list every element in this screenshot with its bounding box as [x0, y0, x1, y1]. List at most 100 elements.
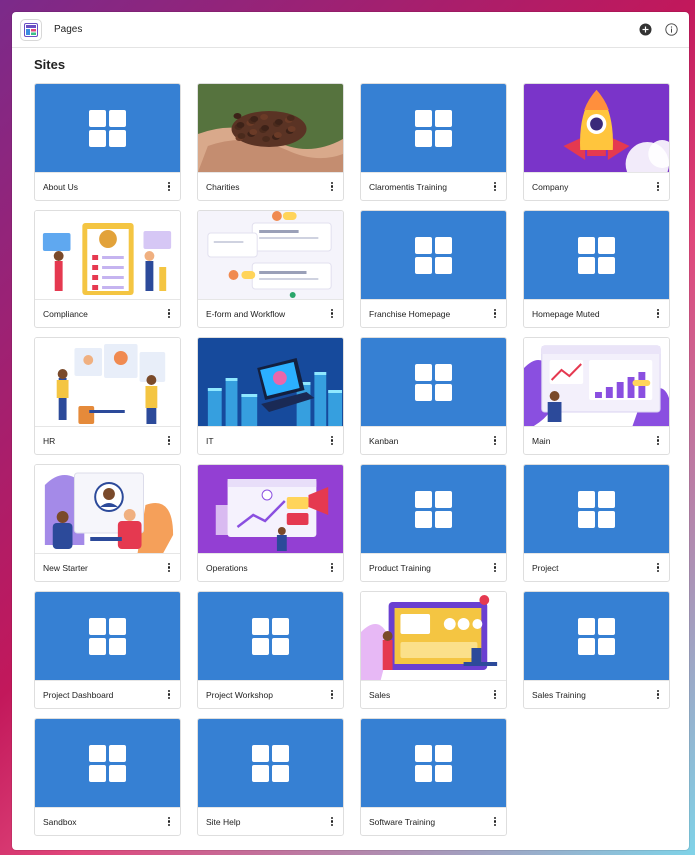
kebab-menu-icon[interactable]	[164, 561, 174, 575]
grid-icon	[415, 236, 452, 274]
site-thumbnail-default[interactable]	[35, 84, 180, 172]
site-thumbnail-operations-illustration[interactable]	[198, 465, 343, 553]
add-site-button[interactable]	[637, 22, 653, 38]
site-card[interactable]: Sales Training	[523, 591, 670, 709]
kebab-menu-icon[interactable]	[653, 307, 663, 321]
site-card-label[interactable]: Charities	[206, 182, 327, 192]
site-thumbnail-beans-photo[interactable]	[198, 84, 343, 172]
site-card[interactable]: Operations	[197, 464, 344, 582]
kebab-menu-icon[interactable]	[327, 688, 337, 702]
site-thumbnail-rocket-illustration[interactable]	[524, 84, 669, 172]
site-card-label[interactable]: Sales Training	[532, 690, 653, 700]
site-card-label[interactable]: Project Workshop	[206, 690, 327, 700]
site-card[interactable]: Compliance	[34, 210, 181, 328]
site-card-label[interactable]: Franchise Homepage	[369, 309, 490, 319]
kebab-menu-icon[interactable]	[490, 561, 500, 575]
kebab-menu-icon[interactable]	[327, 815, 337, 829]
kebab-menu-icon[interactable]	[164, 688, 174, 702]
site-card-label[interactable]: E-form and Workflow	[206, 309, 327, 319]
site-thumbnail-default[interactable]	[361, 338, 506, 426]
site-card-footer: About Us	[35, 172, 180, 200]
site-card-label[interactable]: Project	[532, 563, 653, 573]
site-thumbnail-default[interactable]	[198, 592, 343, 680]
kebab-menu-icon[interactable]	[164, 180, 174, 194]
kebab-menu-icon[interactable]	[164, 307, 174, 321]
site-card-label[interactable]: Software Training	[369, 817, 490, 827]
site-card-label[interactable]: IT	[206, 436, 327, 446]
site-card-label[interactable]: Sales	[369, 690, 490, 700]
site-card-label[interactable]: Claromentis Training	[369, 182, 490, 192]
site-card[interactable]: Kanban	[360, 337, 507, 455]
site-card[interactable]: Franchise Homepage	[360, 210, 507, 328]
kebab-menu-icon[interactable]	[327, 561, 337, 575]
site-card-label[interactable]: Company	[532, 182, 653, 192]
site-card-label[interactable]: Homepage Muted	[532, 309, 653, 319]
info-button[interactable]	[663, 22, 679, 38]
site-thumbnail-compliance-illustration[interactable]	[35, 211, 180, 299]
kebab-menu-icon[interactable]	[327, 180, 337, 194]
site-card[interactable]: Product Training	[360, 464, 507, 582]
site-thumbnail-default[interactable]	[198, 719, 343, 807]
site-card-label[interactable]: Kanban	[369, 436, 490, 446]
kebab-menu-icon[interactable]	[164, 434, 174, 448]
site-card-label[interactable]: Compliance	[43, 309, 164, 319]
kebab-menu-icon[interactable]	[653, 434, 663, 448]
site-thumbnail-it-illustration[interactable]	[198, 338, 343, 426]
site-card[interactable]: About Us	[34, 83, 181, 201]
site-card[interactable]: New Starter	[34, 464, 181, 582]
site-thumbnail-workflow-illustration[interactable]	[198, 211, 343, 299]
site-thumbnail-sales-illustration[interactable]	[361, 592, 506, 680]
site-card[interactable]: Claromentis Training	[360, 83, 507, 201]
kebab-menu-icon[interactable]	[490, 815, 500, 829]
site-card[interactable]: Software Training	[360, 718, 507, 836]
site-thumbnail-default[interactable]	[524, 465, 669, 553]
kebab-menu-icon[interactable]	[490, 307, 500, 321]
site-thumbnail-main-illustration[interactable]	[524, 338, 669, 426]
site-card-footer: Product Training	[361, 553, 506, 581]
site-card-label[interactable]: Operations	[206, 563, 327, 573]
pages-app-icon[interactable]	[20, 18, 42, 41]
site-card[interactable]: Site Help	[197, 718, 344, 836]
kebab-menu-icon[interactable]	[653, 688, 663, 702]
site-thumbnail-default[interactable]	[524, 211, 669, 299]
site-card[interactable]: IT	[197, 337, 344, 455]
site-card[interactable]: Homepage Muted	[523, 210, 670, 328]
site-card[interactable]: E-form and Workflow	[197, 210, 344, 328]
site-thumbnail-default[interactable]	[35, 592, 180, 680]
site-card-label[interactable]: Project Dashboard	[43, 690, 164, 700]
kebab-menu-icon[interactable]	[164, 815, 174, 829]
site-card[interactable]: Company	[523, 83, 670, 201]
site-card-label[interactable]: About Us	[43, 182, 164, 192]
site-thumbnail-default[interactable]	[361, 211, 506, 299]
kebab-menu-icon[interactable]	[653, 561, 663, 575]
grid-icon	[89, 744, 126, 782]
kebab-menu-icon[interactable]	[327, 434, 337, 448]
site-thumbnail-hr-illustration[interactable]	[35, 338, 180, 426]
site-thumbnail-default[interactable]	[361, 719, 506, 807]
site-card[interactable]: Main	[523, 337, 670, 455]
site-card-label[interactable]: Main	[532, 436, 653, 446]
site-card-label[interactable]: Site Help	[206, 817, 327, 827]
site-thumbnail-newstarter-illustration[interactable]	[35, 465, 180, 553]
site-card[interactable]: Charities	[197, 83, 344, 201]
site-card[interactable]: Sales	[360, 591, 507, 709]
site-card-label[interactable]: HR	[43, 436, 164, 446]
site-card[interactable]: Sandbox	[34, 718, 181, 836]
site-card[interactable]: Project Workshop	[197, 591, 344, 709]
site-card-footer: New Starter	[35, 553, 180, 581]
site-card[interactable]: Project	[523, 464, 670, 582]
kebab-menu-icon[interactable]	[490, 688, 500, 702]
site-card-label[interactable]: Sandbox	[43, 817, 164, 827]
kebab-menu-icon[interactable]	[327, 307, 337, 321]
site-card[interactable]: Project Dashboard	[34, 591, 181, 709]
site-thumbnail-default[interactable]	[361, 84, 506, 172]
kebab-menu-icon[interactable]	[490, 180, 500, 194]
site-card-label[interactable]: New Starter	[43, 563, 164, 573]
kebab-menu-icon[interactable]	[653, 180, 663, 194]
site-card[interactable]: HR	[34, 337, 181, 455]
site-thumbnail-default[interactable]	[524, 592, 669, 680]
site-thumbnail-default[interactable]	[361, 465, 506, 553]
site-card-label[interactable]: Product Training	[369, 563, 490, 573]
site-thumbnail-default[interactable]	[35, 719, 180, 807]
kebab-menu-icon[interactable]	[490, 434, 500, 448]
